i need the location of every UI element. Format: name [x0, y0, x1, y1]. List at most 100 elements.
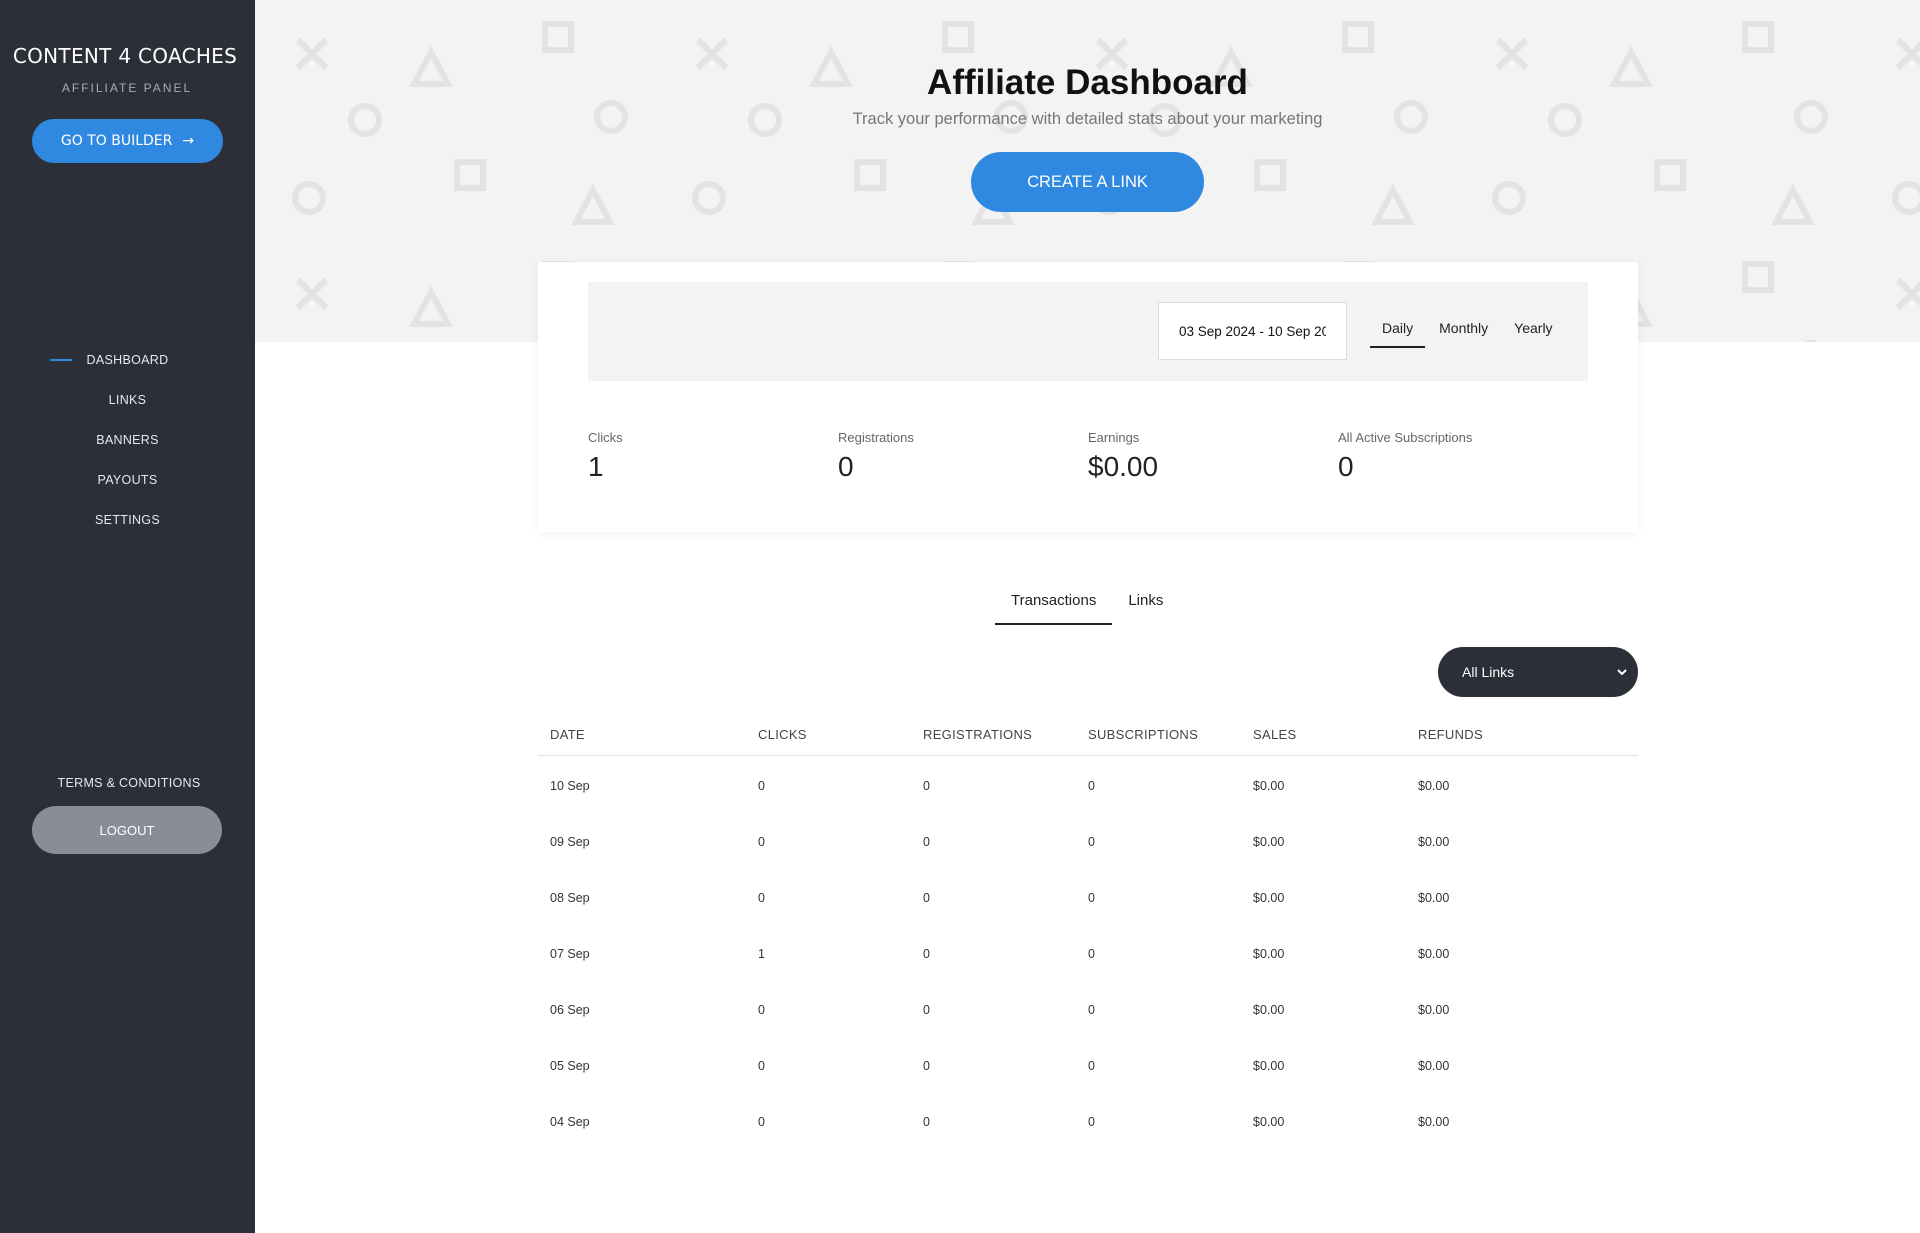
date-range-input[interactable] — [1158, 302, 1347, 360]
stat-label: Registrations — [838, 430, 914, 445]
cell-refunds: $0.00 — [1418, 835, 1450, 849]
sidebar-item-label: SETTINGS — [95, 513, 160, 527]
sidebar-item-label: DASHBOARD — [86, 353, 169, 367]
brand-subtitle: AFFILIATE PANEL — [61, 81, 193, 95]
cell-subscriptions: 0 — [1088, 779, 1095, 793]
column-header-subscriptions: SUBSCRIPTIONS — [1088, 727, 1199, 742]
arrow-right-icon: → — [182, 133, 195, 149]
cell-date: 04 Sep — [550, 1115, 590, 1129]
go-to-builder-label: GO TO BUILDER — [60, 133, 173, 149]
cell-registrations: 0 — [923, 835, 930, 849]
period-tabs: Daily Monthly Yearly — [1370, 312, 1567, 348]
cell-registrations: 0 — [923, 891, 930, 905]
period-tab-daily[interactable]: Daily — [1370, 312, 1426, 348]
cell-clicks: 0 — [758, 1003, 765, 1017]
sidebar-item-banners[interactable]: BANNERS — [0, 420, 255, 460]
stats-row: Clicks 1 Registrations 0 Earnings $0.00 … — [588, 430, 1588, 483]
table-row: 08 Sep 0 0 0 $0.00 $0.00 — [538, 870, 1638, 926]
period-tab-yearly[interactable]: Yearly — [1502, 312, 1564, 348]
brand-title: CONTENT 4 COACHES — [12, 44, 238, 68]
sidebar-item-payouts[interactable]: PAYOUTS — [0, 460, 255, 500]
cell-registrations: 0 — [923, 779, 930, 793]
cell-sales: $0.00 — [1253, 1003, 1285, 1017]
sidebar-item-settings[interactable]: SETTINGS — [0, 500, 255, 540]
cell-clicks: 0 — [758, 1059, 765, 1073]
cell-sales: $0.00 — [1253, 1115, 1285, 1129]
stat-earnings: Earnings $0.00 — [1088, 430, 1338, 483]
stat-value: 0 — [1338, 451, 1354, 482]
cell-registrations: 0 — [923, 1003, 930, 1017]
cell-date: 08 Sep — [550, 891, 590, 905]
tab-links[interactable]: Links — [1112, 584, 1179, 625]
stats-card: Daily Monthly Yearly Clicks 1 Registrati… — [538, 262, 1638, 532]
cell-registrations: 0 — [923, 947, 930, 961]
period-tab-monthly[interactable]: Monthly — [1427, 312, 1500, 348]
column-header-clicks: CLICKS — [758, 727, 807, 742]
table-row: 10 Sep 0 0 0 $0.00 $0.00 — [538, 758, 1638, 814]
stat-value: 0 — [838, 451, 854, 482]
sidebar-item-dashboard[interactable]: DASHBOARD — [0, 340, 255, 380]
cell-date: 10 Sep — [550, 779, 590, 793]
page-title: Affiliate Dashboard — [927, 63, 1248, 102]
column-header-refunds: REFUNDS — [1418, 727, 1483, 742]
cell-clicks: 1 — [758, 947, 765, 961]
cell-refunds: $0.00 — [1418, 1115, 1450, 1129]
cell-subscriptions: 0 — [1088, 835, 1095, 849]
sidebar: CONTENT 4 COACHES AFFILIATE PANEL GO TO … — [0, 0, 255, 1233]
table-row: 09 Sep 0 0 0 $0.00 $0.00 — [538, 814, 1638, 870]
table-row: 07 Sep 1 0 0 $0.00 $0.00 — [538, 926, 1638, 982]
cell-subscriptions: 0 — [1088, 1115, 1095, 1129]
cell-date: 09 Sep — [550, 835, 590, 849]
table-row: 05 Sep 0 0 0 $0.00 $0.00 — [538, 1038, 1638, 1094]
stat-active-subscriptions: All Active Subscriptions 0 — [1338, 430, 1588, 483]
cell-clicks: 0 — [758, 779, 765, 793]
cell-registrations: 0 — [923, 1115, 930, 1129]
cell-registrations: 0 — [923, 1059, 930, 1073]
cell-subscriptions: 0 — [1088, 1059, 1095, 1073]
cell-subscriptions: 0 — [1088, 947, 1095, 961]
stat-label: Earnings — [1088, 430, 1140, 445]
table-header: DATE CLICKS REGISTRATIONS SUBSCRIPTIONS … — [538, 714, 1638, 756]
page-subtitle: Track your performance with detailed sta… — [852, 110, 1323, 128]
link-filter-select[interactable]: All Links — [1438, 647, 1638, 697]
stat-label: Clicks — [588, 430, 623, 445]
cell-clicks: 0 — [758, 891, 765, 905]
column-header-date: DATE — [550, 727, 585, 742]
go-to-builder-button[interactable]: GO TO BUILDER → — [32, 119, 223, 163]
cell-sales: $0.00 — [1253, 891, 1285, 905]
cell-subscriptions: 0 — [1088, 891, 1095, 905]
cell-sales: $0.00 — [1253, 1059, 1285, 1073]
table-row: 04 Sep 0 0 0 $0.00 $0.00 — [538, 1094, 1638, 1150]
cell-refunds: $0.00 — [1418, 891, 1450, 905]
cell-sales: $0.00 — [1253, 947, 1285, 961]
cell-clicks: 0 — [758, 835, 765, 849]
create-link-button[interactable]: CREATE A LINK — [971, 152, 1204, 212]
cell-refunds: $0.00 — [1418, 779, 1450, 793]
tab-transactions[interactable]: Transactions — [995, 584, 1113, 625]
table-body: 10 Sep 0 0 0 $0.00 $0.00 09 Sep 0 0 0 $0… — [538, 756, 1638, 1150]
table-row: 06 Sep 0 0 0 $0.00 $0.00 — [538, 982, 1638, 1038]
sidebar-item-links[interactable]: LINKS — [0, 380, 255, 420]
content-tabs: Transactions Links — [995, 584, 1179, 625]
stat-value: 1 — [588, 451, 604, 482]
cell-date: 05 Sep — [550, 1059, 590, 1073]
sidebar-nav: DASHBOARD LINKS BANNERS PAYOUTS SETTINGS — [0, 340, 255, 540]
column-header-registrations: REGISTRATIONS — [923, 727, 1033, 742]
cell-refunds: $0.00 — [1418, 1059, 1450, 1073]
active-indicator — [50, 359, 72, 361]
logout-button[interactable]: LOGOUT — [32, 806, 222, 854]
terms-link[interactable]: TERMS & CONDITIONS — [0, 776, 258, 790]
sidebar-item-label: BANNERS — [96, 433, 159, 447]
link-filter-value: All Links — [1462, 664, 1515, 680]
column-header-sales: SALES — [1253, 727, 1297, 742]
chevron-down-icon — [1617, 669, 1627, 676]
filter-bar: Daily Monthly Yearly — [588, 282, 1588, 381]
cell-refunds: $0.00 — [1418, 1003, 1450, 1017]
transactions-table: DATE CLICKS REGISTRATIONS SUBSCRIPTIONS … — [538, 714, 1638, 1150]
cell-sales: $0.00 — [1253, 835, 1285, 849]
cell-date: 07 Sep — [550, 947, 590, 961]
sidebar-item-label: LINKS — [108, 393, 147, 407]
cell-subscriptions: 0 — [1088, 1003, 1095, 1017]
cell-sales: $0.00 — [1253, 779, 1285, 793]
sidebar-item-label: PAYOUTS — [97, 473, 158, 487]
